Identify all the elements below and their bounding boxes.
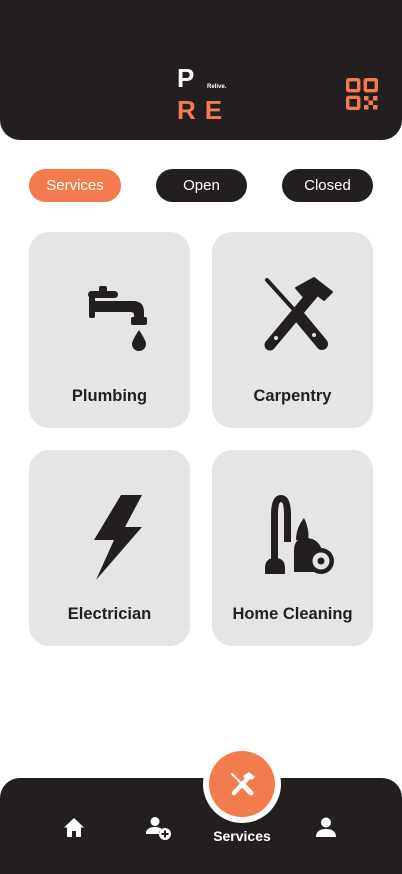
nav-label-services: Services: [213, 828, 271, 844]
service-card-carpentry[interactable]: Carpentry: [212, 232, 373, 428]
brand-logo: P Relive. RE: [174, 64, 230, 124]
app-header: P Relive. RE: [0, 0, 402, 140]
bottom-navigation: [0, 778, 402, 874]
profile-icon[interactable]: [316, 817, 336, 839]
faucet-icon: [87, 286, 147, 351]
filter-tabs: Services Open Closed: [0, 169, 402, 202]
qr-code-icon[interactable]: [346, 78, 378, 110]
service-card-plumbing[interactable]: Plumbing: [29, 232, 190, 428]
tab-services[interactable]: Services: [29, 169, 121, 202]
services-nav-button[interactable]: [203, 745, 281, 823]
logo-letter-p: P: [177, 63, 195, 93]
service-label-carpentry: Carpentry: [253, 387, 332, 405]
tools-icon: [264, 277, 333, 351]
service-card-electrician[interactable]: Electrician: [29, 450, 190, 646]
logo-tagline: Relive.: [207, 84, 227, 90]
service-label-plumbing: Plumbing: [71, 387, 148, 405]
service-card-home-cleaning[interactable]: Home Cleaning: [212, 450, 373, 646]
lightning-icon: [93, 495, 142, 580]
vacuum-icon: [264, 495, 334, 574]
tab-open[interactable]: Open: [156, 169, 247, 202]
services-icon: [231, 772, 255, 796]
add-user-icon[interactable]: [146, 816, 172, 840]
home-icon[interactable]: [63, 817, 85, 839]
tab-closed[interactable]: Closed: [282, 169, 373, 202]
service-label-electrician: Electrician: [67, 605, 152, 623]
service-label-home-cleaning: Home Cleaning: [232, 605, 353, 623]
logo-letters-re: RE: [177, 95, 232, 125]
